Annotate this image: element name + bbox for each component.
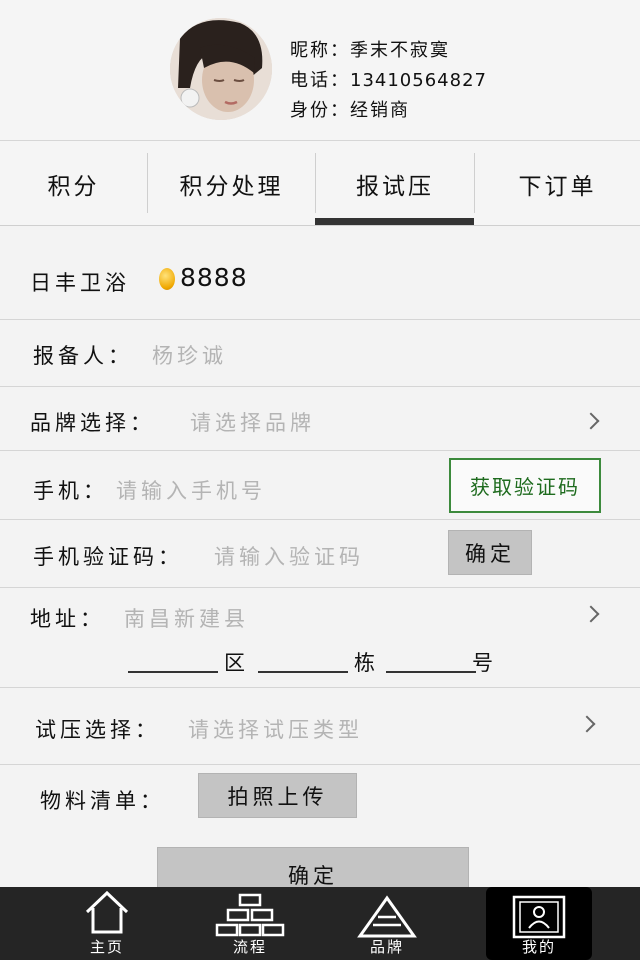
number-input[interactable] xyxy=(386,671,476,673)
divider xyxy=(0,319,640,320)
profile-header: 昵称：季末不寂寞 电话：13410564827 身份：经销商 xyxy=(0,0,640,141)
materials-label: 物料清单： xyxy=(40,789,165,813)
identity-label: 身份： xyxy=(290,100,350,121)
divider xyxy=(0,687,640,688)
tab-points-processing[interactable]: 积分处理 xyxy=(148,141,315,226)
chevron-right-icon[interactable] xyxy=(582,605,600,623)
chevron-right-icon[interactable] xyxy=(578,715,596,733)
get-code-button[interactable]: 获取验证码 xyxy=(449,458,601,513)
brand-select-label: 品牌选择： xyxy=(30,411,155,435)
points-value: 8888 xyxy=(180,263,248,292)
code-field-label: 手机验证码： xyxy=(33,545,183,569)
photo-upload-button[interactable]: 拍照上传 xyxy=(198,773,357,818)
home-icon xyxy=(85,890,129,934)
divider xyxy=(0,519,640,520)
reporter-label: 报备人： xyxy=(33,344,133,368)
tab-place-order[interactable]: 下订单 xyxy=(475,141,640,226)
district-unit: 区 xyxy=(224,651,245,675)
phone-input[interactable]: 请输入手机号 xyxy=(116,475,266,505)
tab-active-indicator xyxy=(315,218,474,225)
nickname-row: 昵称：季末不寂寞 xyxy=(290,36,487,66)
nav-me[interactable]: 我的 xyxy=(486,887,592,960)
tab-bar: 积分 积分处理 报试压 下订单 xyxy=(0,141,640,226)
phone-row: 电话：13410564827 xyxy=(290,66,487,96)
phone-field-label: 手机： xyxy=(33,479,108,503)
code-input[interactable]: 请输入验证码 xyxy=(214,541,364,571)
chevron-right-icon[interactable] xyxy=(582,412,600,430)
tab-points[interactable]: 积分 xyxy=(0,141,147,226)
profile-info: 昵称：季末不寂寞 电话：13410564827 身份：经销商 xyxy=(290,36,487,126)
bottom-nav: 主页 流程 品牌 我的 xyxy=(0,887,640,960)
identity-value: 经销商 xyxy=(350,100,410,121)
divider xyxy=(0,764,640,765)
reporter-value: 杨珍诚 xyxy=(152,344,227,368)
brand-select[interactable]: 请选择品牌 xyxy=(190,407,315,437)
code-confirm-button[interactable]: 确定 xyxy=(448,530,532,575)
avatar[interactable] xyxy=(170,18,272,120)
identity-row: 身份：经销商 xyxy=(290,96,487,126)
nickname-label: 昵称： xyxy=(290,40,350,61)
address-label: 地址： xyxy=(30,607,105,631)
nav-flow[interactable]: 流程 xyxy=(205,887,295,960)
test-type-select[interactable]: 请选择试压类型 xyxy=(188,714,363,744)
phone-label: 电话： xyxy=(290,70,350,91)
district-input[interactable] xyxy=(128,671,218,673)
nickname-value: 季末不寂寞 xyxy=(350,40,450,61)
nav-me-label: 我的 xyxy=(521,938,556,956)
nav-flow-label: 流程 xyxy=(232,938,267,956)
profile-card-icon xyxy=(512,895,566,939)
divider xyxy=(0,386,640,387)
flow-icon xyxy=(215,893,285,937)
brand-icon xyxy=(357,895,417,938)
building-input[interactable] xyxy=(258,671,348,673)
nav-home-label: 主页 xyxy=(89,938,124,956)
test-type-label: 试压选择： xyxy=(35,718,160,742)
divider xyxy=(0,587,640,588)
building-unit: 栋 xyxy=(354,651,375,675)
phone-value: 13410564827 xyxy=(350,70,487,91)
brand-name: 日丰卫浴 xyxy=(30,271,130,295)
divider xyxy=(0,450,640,451)
tab-pressure-test[interactable]: 报试压 xyxy=(316,141,474,226)
nav-brand[interactable]: 品牌 xyxy=(342,887,432,960)
nav-home[interactable]: 主页 xyxy=(62,887,152,960)
coin-icon xyxy=(159,268,175,290)
number-unit: 号 xyxy=(472,651,493,675)
address-select[interactable]: 南昌新建县 xyxy=(124,603,249,633)
nav-brand-label: 品牌 xyxy=(369,938,404,956)
